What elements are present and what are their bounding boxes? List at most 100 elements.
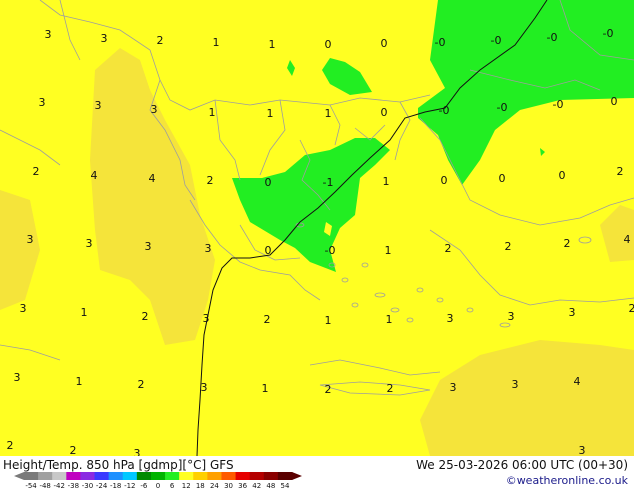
temperature-label: 0 — [499, 172, 506, 185]
scale-swatch — [277, 472, 293, 480]
scale-swatch — [66, 472, 81, 480]
temperature-label: 1 — [81, 306, 88, 319]
temperature-label: 1 — [385, 244, 392, 257]
temperature-label: 4 — [574, 375, 581, 388]
scale-tick-label: -30 — [82, 482, 93, 490]
temperature-label: 2 — [505, 240, 512, 253]
scale-tick-label: -12 — [124, 482, 135, 490]
temperature-label: 3 — [203, 312, 210, 325]
temperature-label: 0 — [611, 95, 618, 108]
temperature-label: 4 — [91, 169, 98, 182]
temperature-label: 3 — [101, 32, 108, 45]
temperature-label: 1 — [269, 38, 276, 51]
scale-swatch — [108, 472, 124, 480]
scale-tick-label: -54 — [25, 482, 37, 490]
temperature-label: 3 — [45, 28, 52, 41]
temperature-label: 2 — [7, 439, 14, 452]
scale-tick-label: -48 — [39, 482, 50, 490]
map-canvas: 3 3 2 1 1 0 0 -0 -0 -0 -0 3 3 3 1 1 1 0 -0 -0 -0 0 2 4 4 2 0 -1 1 0 0 0… — [0, 0, 634, 456]
temperature-label: -0 — [553, 98, 564, 111]
temperature-label: 3 — [14, 371, 21, 384]
scale-swatch — [179, 472, 194, 480]
credit-link[interactable]: ©weatheronline.co.uk — [506, 474, 628, 487]
scale-swatch — [122, 472, 138, 480]
temperature-label: 0 — [441, 174, 448, 187]
temperature-label: 2 — [325, 383, 332, 396]
scale-tick-label: -18 — [110, 482, 121, 490]
scale-tick-label: 12 — [182, 482, 191, 490]
temperature-label: 3 — [579, 444, 586, 456]
scale-swatch — [136, 472, 152, 480]
scale-tick-label: -38 — [68, 482, 79, 490]
temperature-label: 2 — [142, 310, 149, 323]
temperature-label: -1 — [323, 176, 334, 189]
temperature-label: 1 — [383, 175, 390, 188]
temperature-label: 1 — [325, 107, 332, 120]
temperature-label: 2 — [264, 313, 271, 326]
temperature-label: 2 — [207, 174, 214, 187]
temperature-label: 3 — [569, 306, 576, 319]
temperature-label: 1 — [325, 314, 332, 327]
weather-map: 3 3 2 1 1 0 0 -0 -0 -0 -0 3 3 3 1 1 1 0 -0 -0 -0 0 2 4 4 2 0 -1 1 0 0 0… — [0, 0, 634, 456]
scale-swatch — [249, 472, 265, 480]
temperature-label: 1 — [213, 36, 220, 49]
forecast-datetime: We 25-03-2026 06:00 UTC (00+30) — [416, 458, 628, 472]
temperature-label: 3 — [447, 312, 454, 325]
color-scale-ticks: -54 -48 -42 -38 -30 -24 -18 -12 -6 0 6 12 18 24 30 36 42… — [25, 482, 290, 490]
temperature-label: 1 — [267, 107, 274, 120]
scale-swatch — [235, 472, 251, 480]
temperature-label: 2 — [564, 237, 571, 250]
scale-tick-label: 0 — [156, 482, 160, 490]
scale-swatch — [24, 472, 39, 480]
scale-tick-label: 30 — [224, 482, 233, 490]
temperature-label: 4 — [149, 172, 156, 185]
temperature-label: 1 — [209, 106, 216, 119]
scale-swatch — [165, 472, 180, 480]
color-scale: -54 -48 -42 -38 -30 -24 -18 -12 -6 0 6 12 18 24 30 36 42… — [14, 472, 302, 490]
temperature-label: 0 — [381, 106, 388, 119]
temperature-label: 2 — [70, 444, 77, 456]
temperature-label: 3 — [20, 302, 27, 315]
scale-swatch — [150, 472, 166, 480]
scale-tick-label: -6 — [140, 482, 148, 490]
scale-left-arrow — [14, 472, 24, 480]
scale-swatch — [38, 472, 53, 480]
temperature-label: 3 — [151, 103, 158, 116]
scale-tick-label: -24 — [96, 482, 108, 490]
scale-tick-label: 48 — [266, 482, 275, 490]
temperature-label: 3 — [27, 233, 34, 246]
temperature-label: -0 — [497, 101, 508, 114]
scale-tick-label: 54 — [280, 482, 289, 490]
temperature-label: 0 — [325, 38, 332, 51]
temperature-label: 2 — [617, 165, 624, 178]
temperature-label: -0 — [603, 27, 614, 40]
scale-swatch — [52, 472, 67, 480]
temperature-label: 3 — [145, 240, 152, 253]
scale-swatch — [193, 472, 208, 480]
temperature-label: 2 — [629, 302, 634, 315]
temperature-label: 3 — [201, 381, 208, 394]
map-title: Height/Temp. 850 hPa [gdmp][°C] GFS — [3, 458, 234, 472]
temperature-label: 2 — [445, 242, 452, 255]
temperature-label: 4 — [624, 233, 631, 246]
temperature-label: -0 — [439, 104, 450, 117]
temperature-label: 2 — [33, 165, 40, 178]
temperature-label: 0 — [265, 244, 272, 257]
temperature-label: 3 — [39, 96, 46, 109]
temperature-label: 1 — [386, 313, 393, 326]
temperature-label: 0 — [381, 37, 388, 50]
scale-tick-label: 18 — [196, 482, 205, 490]
color-scale-bars — [14, 472, 302, 480]
scale-tick-label: -42 — [54, 482, 65, 490]
temperature-label: 1 — [76, 375, 83, 388]
scale-tick-label: 42 — [252, 482, 261, 490]
scale-tick-label: 24 — [210, 482, 219, 490]
scale-tick-label: 6 — [170, 482, 175, 490]
scale-swatch — [94, 472, 110, 480]
temperature-label: 3 — [450, 381, 457, 394]
temperature-label: 2 — [157, 34, 164, 47]
temperature-label: 0 — [265, 176, 272, 189]
temperature-label: 1 — [262, 382, 269, 395]
temperature-label: -0 — [325, 244, 336, 257]
temperature-label: -0 — [435, 36, 446, 49]
